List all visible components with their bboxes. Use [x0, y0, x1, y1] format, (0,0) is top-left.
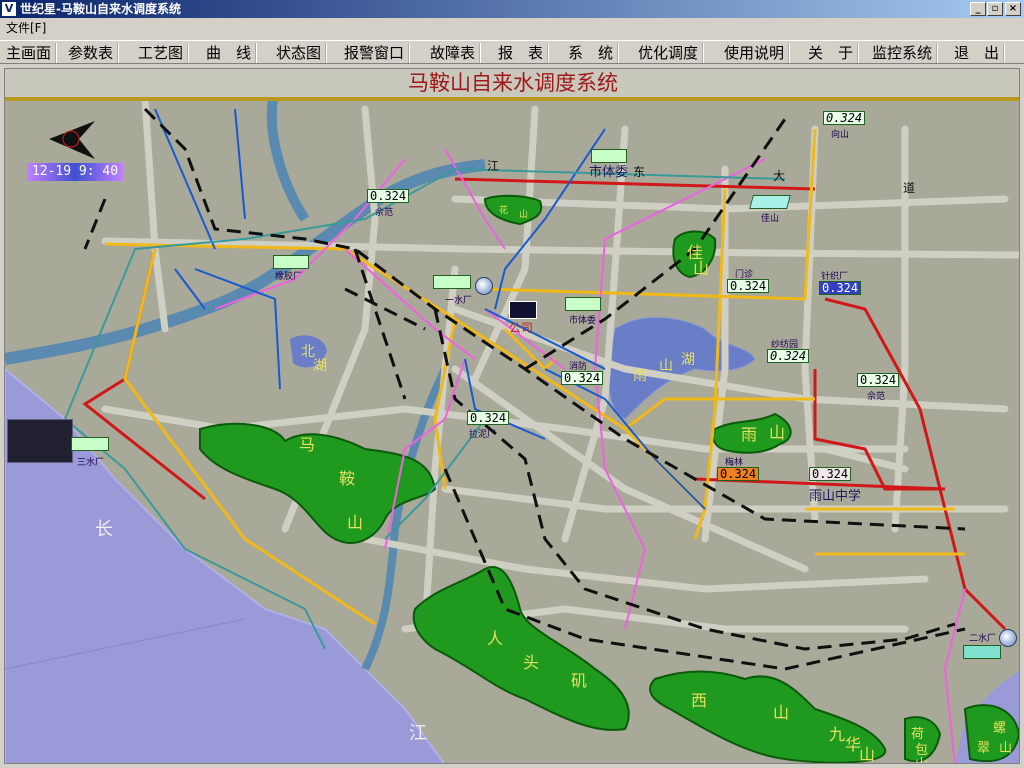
- lake-label-yu: 雨: [633, 368, 647, 384]
- label-xiang-shan: 向山: [831, 130, 850, 140]
- label-er-shui-chang: 二水厂: [969, 634, 997, 644]
- value-xiao-fang[interactable]: 0.324: [561, 371, 604, 385]
- value-sha-fang-yuan[interactable]: 0.324: [767, 349, 810, 363]
- tb-system[interactable]: 系 统: [564, 43, 620, 63]
- station-box-shi-ti-wei[interactable]: [565, 297, 601, 311]
- lake-label-shan: 山: [659, 358, 673, 374]
- label-yu-shan-zhong-xue: 雨山中学: [809, 489, 862, 504]
- restore-button[interactable]: ▫: [987, 2, 1003, 16]
- close-button[interactable]: ×: [1005, 2, 1021, 16]
- tb-parameters[interactable]: 参数表: [64, 43, 120, 63]
- road-label-dong: 东: [633, 165, 646, 179]
- hill-label-shan: 山: [347, 513, 364, 532]
- river-label-jiang: 江: [409, 723, 427, 744]
- value-yu-shan-zhong-xue[interactable]: 0.324: [809, 467, 852, 481]
- app-icon[interactable]: V: [2, 2, 16, 16]
- hill-label-xi: 西: [691, 691, 708, 710]
- tb-curves[interactable]: 曲 线: [202, 43, 258, 63]
- hill-label-shan-luo: 山: [999, 741, 1013, 756]
- main-toolbar: 主画面 参数表 工艺图 曲 线 状态图 报警窗口 故障表 报 表 系 统 优化调…: [0, 40, 1024, 64]
- menubar: 文件[F]: [0, 18, 1024, 38]
- hill-label-tou: 头: [523, 653, 540, 672]
- tb-optimize-dispatch[interactable]: 优化调度: [634, 43, 705, 63]
- title-underline: [5, 97, 1019, 101]
- label-she-fan: 佘范: [375, 208, 394, 218]
- road-label-jiang: 江: [487, 159, 500, 173]
- hill-label-yu-shan-2: 山: [769, 423, 786, 442]
- label-shi-ti-wei: 市体委: [569, 316, 597, 326]
- tb-main-screen[interactable]: 主画面: [2, 43, 58, 63]
- value-zhen-zhi-chang[interactable]: 0.324: [819, 281, 862, 295]
- map-title: 马鞍山自来水调度系统: [5, 69, 1019, 99]
- label-she-fan-2: 佘范: [867, 392, 886, 402]
- map-panel: 马鞍山自来水调度系统 12-19 9: 40 0.324 向山 0.324 佘范…: [4, 68, 1020, 764]
- hill-label-jiu: 九: [829, 725, 846, 744]
- value-she-fan-2[interactable]: 0.324: [857, 373, 900, 387]
- value-she-fan[interactable]: 0.324: [367, 189, 410, 203]
- san-shui-chang-plant-image[interactable]: [7, 419, 73, 463]
- tb-monitor-system[interactable]: 监控系统: [868, 43, 939, 63]
- hill-label-an: 鞍: [339, 469, 356, 488]
- hill-label-xi-shan: 山: [773, 703, 790, 722]
- label-xiang-jiao-chang: 橡胶厂: [275, 272, 303, 282]
- hill-label-bao-shan: 山: [915, 753, 928, 763]
- label-yi-shui-chang: 一水厂: [445, 296, 473, 306]
- hill-label-luo: 螺: [993, 721, 1007, 736]
- label-jia-shan: 佳山: [761, 214, 780, 224]
- lake-label-hu: 湖: [681, 352, 695, 368]
- station-box-er-shui-chang[interactable]: [963, 645, 1001, 659]
- station-box-yi-shui-chang[interactable]: [433, 275, 471, 289]
- minimize-button[interactable]: _: [970, 2, 986, 16]
- station-box-san-shui-chang[interactable]: [71, 437, 109, 451]
- hill-label-yu-shan-1: 雨: [741, 425, 758, 444]
- road-label-dao: 道: [903, 181, 916, 195]
- station-box-xiang-jiao-chang[interactable]: [273, 255, 309, 269]
- label-gong-si: 公司: [509, 321, 534, 335]
- hill-label-cui: 翠: [977, 741, 991, 756]
- lake-label-bei-2: 湖: [313, 358, 327, 374]
- company-building-icon[interactable]: [509, 301, 537, 319]
- tb-alarm-window[interactable]: 报警窗口: [340, 43, 411, 63]
- tb-status-diagram[interactable]: 状态图: [272, 43, 328, 63]
- tb-exit[interactable]: 退 出: [950, 43, 1006, 63]
- window-titlebar: V 世纪星-马鞍山自来水调度系统 _ ▫ ×: [0, 0, 1024, 18]
- station-box-jia-shan[interactable]: [749, 195, 791, 209]
- label-san-shui-chang: 三水厂: [77, 458, 105, 468]
- hill-label-ren: 人: [487, 629, 504, 648]
- city-map: [5, 95, 1019, 763]
- clock-display: 12-19 9: 40: [27, 163, 123, 181]
- hill-label-ma: 马: [299, 435, 316, 454]
- road-label-da: 大: [773, 169, 786, 183]
- value-mei-lin[interactable]: 0.324: [717, 467, 760, 481]
- window-title: 世纪星-马鞍山自来水调度系统: [20, 2, 181, 16]
- river-label-chang: 长: [95, 519, 113, 540]
- menu-file[interactable]: 文件[F]: [6, 21, 46, 35]
- hill-label-hua-2: 山: [519, 210, 529, 220]
- value-xiang-shan[interactable]: 0.324: [823, 111, 866, 125]
- tb-process-diagram[interactable]: 工艺图: [134, 43, 190, 63]
- tb-reports[interactable]: 报 表: [494, 43, 550, 63]
- label-la-ni-chang: 拉泥厂: [469, 430, 497, 440]
- hill-label-ji: 矶: [571, 671, 588, 690]
- tb-user-guide[interactable]: 使用说明: [720, 43, 791, 63]
- label-shi-ti-wei-top: 市体委: [589, 165, 629, 180]
- value-men-shi[interactable]: 0.324: [727, 279, 770, 293]
- hill-label-hua-shan: 山: [859, 745, 876, 764]
- pump-icon-yi-shui-chang[interactable]: [475, 277, 493, 295]
- hill-label-jia-2: 山: [693, 259, 710, 278]
- tb-about[interactable]: 关 于: [804, 43, 860, 63]
- tb-fault-table[interactable]: 故障表: [426, 43, 482, 63]
- value-la-ni-chang[interactable]: 0.324: [467, 411, 510, 425]
- pump-icon-er-shui-chang[interactable]: [999, 629, 1017, 647]
- hill-label-hua-1: 花: [499, 206, 509, 216]
